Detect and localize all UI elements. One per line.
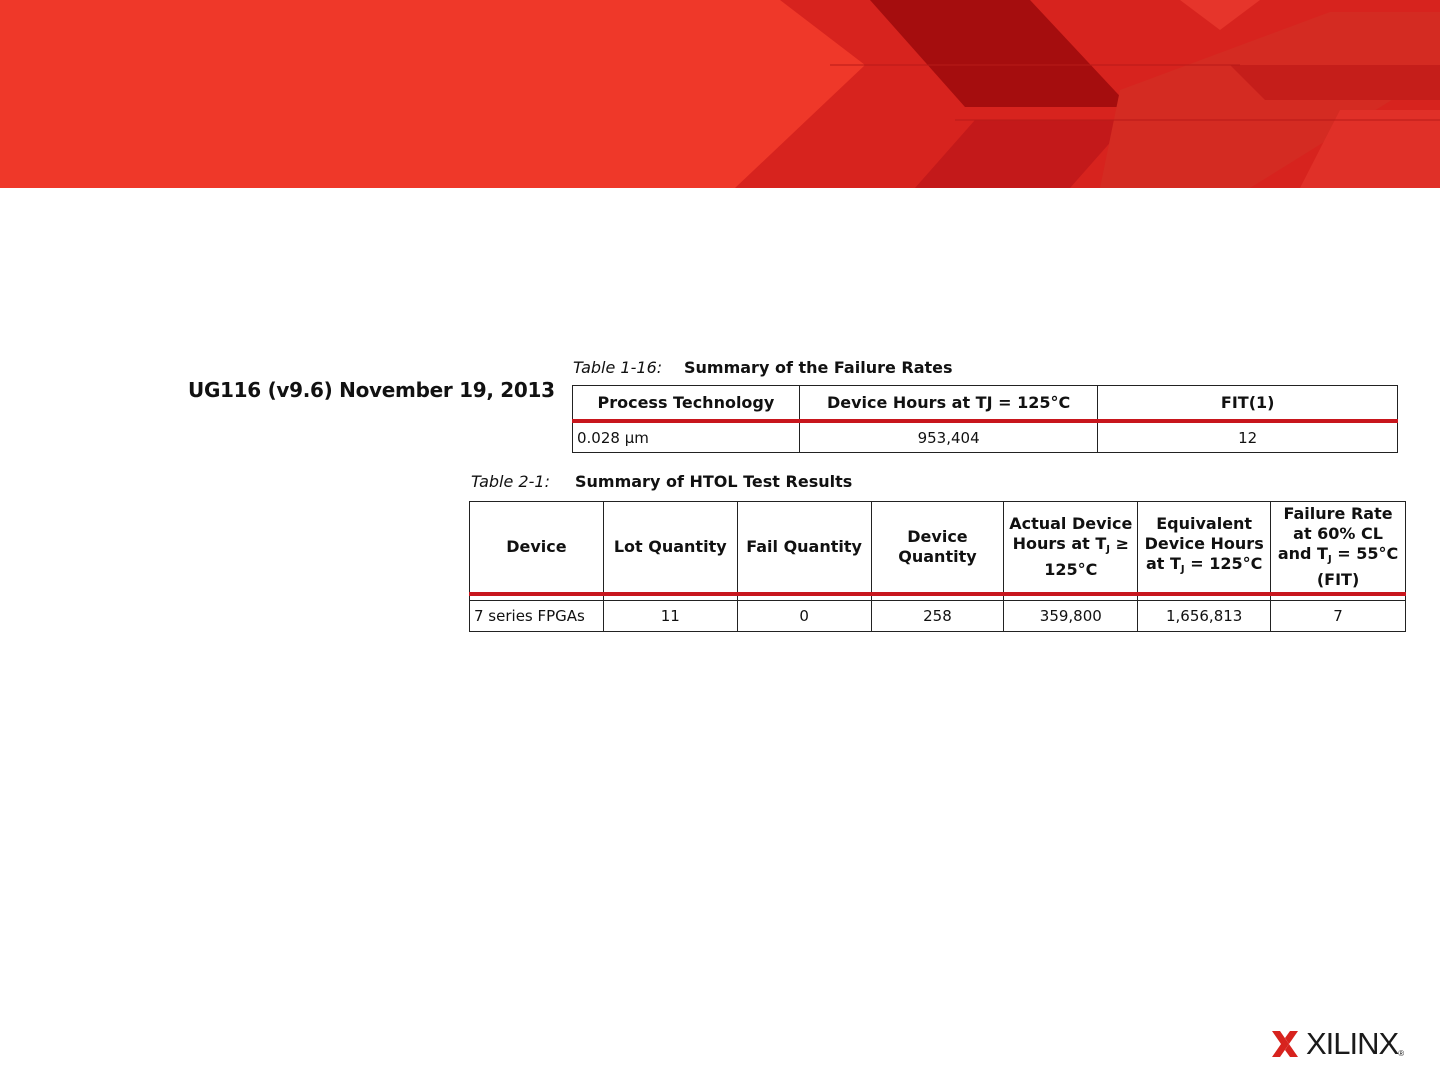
registered-mark: ® (1398, 1049, 1405, 1058)
table-row: 0.028 µm 953,404 12 (572, 420, 1398, 453)
xilinx-logo: XILINX ® (1270, 1026, 1404, 1062)
table-header-row: Device Lot Quantity Fail Quantity Device… (469, 501, 1406, 595)
header-equivalent-device-hours: Equivalent Device Hours at TJ = 125°C (1137, 501, 1272, 595)
table1-caption-title: Summary of the Failure Rates (684, 358, 953, 377)
header-device-hours: Device Hours at TJ = 125°C (798, 385, 1099, 422)
header-fail-quantity: Fail Quantity (736, 501, 872, 595)
header-device: Device (469, 501, 604, 595)
header-actual-device-hours-text: Actual Device Hours at T (1009, 514, 1133, 553)
cell-lot-quantity: 11 (602, 600, 738, 632)
banner-graphic (0, 0, 1440, 188)
xilinx-x-icon (1272, 1031, 1298, 1057)
header-process-technology: Process Technology (572, 385, 800, 422)
cell-device: 7 series FPGAs (469, 600, 604, 632)
table2-caption: Table 2-1: Summary of HTOL Test Results (471, 472, 852, 491)
cell-actual-device-hours: 359,800 (1003, 600, 1139, 632)
header-equivalent-device-hours-cond: = 125°C (1190, 554, 1263, 573)
cell-equivalent-device-hours: 1,656,813 (1137, 600, 1272, 632)
header-failure-rate: Failure Rate at 60% CL and TJ = 55°C (FI… (1270, 501, 1406, 595)
header-failure-rate-cond: = 55°C (FIT) (1316, 544, 1399, 589)
subscript-j: J (1106, 544, 1111, 555)
logo-wordmark: XILINX (1306, 1026, 1399, 1061)
cell-process-technology: 0.028 µm (572, 420, 800, 453)
header-lot-quantity: Lot Quantity (602, 501, 738, 595)
table-header-row: Process Technology Device Hours at TJ = … (572, 385, 1398, 422)
cell-device-quantity: 258 (870, 600, 1005, 632)
header-device-quantity: Device Quantity (870, 501, 1005, 595)
table1-caption: Table 1-16: Summary of the Failure Rates (573, 358, 953, 377)
cell-failure-rate: 7 (1270, 600, 1406, 632)
cell-fit: 12 (1097, 420, 1398, 453)
header-fit: FIT(1) (1097, 385, 1398, 422)
cell-device-hours: 953,404 (798, 420, 1099, 453)
document-reference: UG116 (v9.6) November 19, 2013 (188, 378, 555, 402)
cell-fail-quantity: 0 (736, 600, 872, 632)
table2-caption-number: Table 2-1: (471, 472, 550, 491)
htol-results-table: Device Lot Quantity Fail Quantity Device… (469, 501, 1406, 632)
subscript-j: J (1180, 564, 1185, 575)
failure-rates-table: Process Technology Device Hours at TJ = … (572, 385, 1398, 453)
header-banner (0, 0, 1440, 188)
subscript-j: J (1327, 554, 1332, 565)
table-row: 7 series FPGAs 11 0 258 359,800 1,656,81… (469, 600, 1406, 632)
header-actual-device-hours: Actual Device Hours at TJ ≥ 125°C (1003, 501, 1139, 595)
table2-caption-title: Summary of HTOL Test Results (575, 472, 853, 491)
table1-caption-number: Table 1-16: (573, 358, 663, 377)
